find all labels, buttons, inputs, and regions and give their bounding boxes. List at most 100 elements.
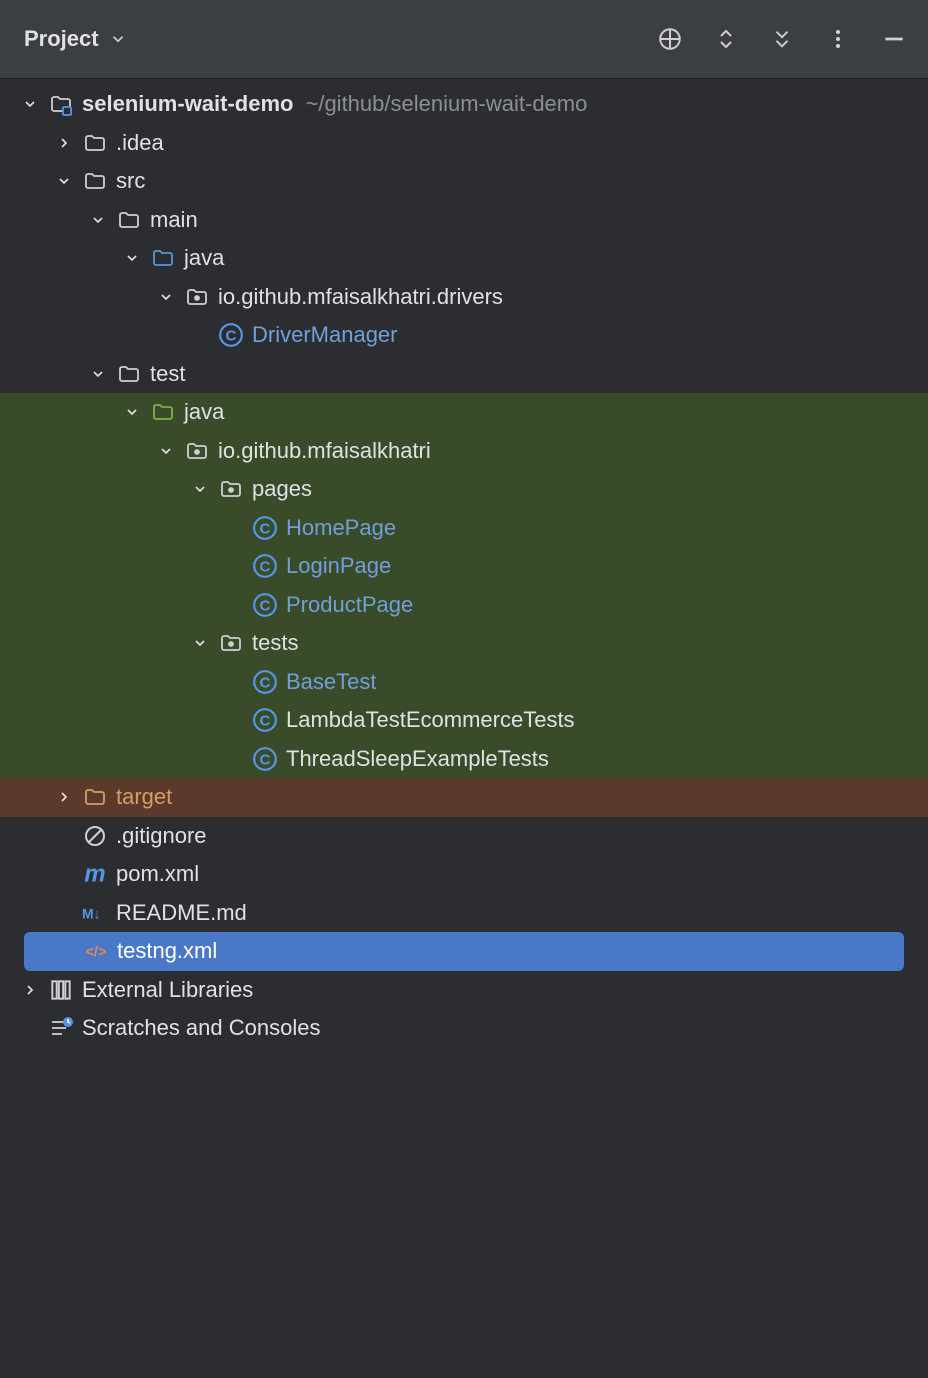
chevron-down-icon[interactable] xyxy=(154,439,178,463)
tree-label: LambdaTestEcommerceTests xyxy=(286,707,575,733)
class-icon: C xyxy=(252,669,278,695)
chevron-right-icon[interactable] xyxy=(52,131,76,155)
tree-label: src xyxy=(116,168,145,194)
tree-item-lambda-tests[interactable]: C LambdaTestEcommerceTests xyxy=(0,701,928,740)
chevron-down-icon[interactable] xyxy=(188,477,212,501)
tree-item-tests[interactable]: tests xyxy=(0,624,928,663)
chevron-right-icon[interactable] xyxy=(18,978,42,1002)
project-tree: selenium-wait-demo ~/github/selenium-wai… xyxy=(0,79,928,1048)
tree-path: ~/github/selenium-wait-demo xyxy=(305,91,587,117)
select-opened-file-icon[interactable] xyxy=(656,25,684,53)
tree-item-test[interactable]: test xyxy=(0,355,928,394)
folder-icon xyxy=(116,361,142,387)
tree-label: External Libraries xyxy=(82,977,253,1003)
library-icon xyxy=(48,977,74,1003)
tree-item-testng[interactable]: </> testng.xml xyxy=(24,932,904,971)
chevron-down-icon[interactable] xyxy=(120,246,144,270)
tree-item-root[interactable]: selenium-wait-demo ~/github/selenium-wai… xyxy=(0,85,928,124)
package-icon xyxy=(218,476,244,502)
svg-text:C: C xyxy=(260,713,271,730)
tree-item-main[interactable]: main xyxy=(0,201,928,240)
chevron-down-icon[interactable] xyxy=(120,400,144,424)
chevron-down-icon[interactable] xyxy=(86,208,110,232)
svg-text:M↓: M↓ xyxy=(82,905,101,921)
folder-icon xyxy=(82,130,108,156)
class-icon: C xyxy=(252,746,278,772)
folder-icon xyxy=(82,168,108,194)
tree-label: io.github.mfaisalkhatri.drivers xyxy=(218,284,503,310)
collapse-all-icon[interactable] xyxy=(768,25,796,53)
tree-item-src[interactable]: src xyxy=(0,162,928,201)
tree-label: pom.xml xyxy=(116,861,199,887)
chevron-down-icon[interactable] xyxy=(154,285,178,309)
class-icon: C xyxy=(252,553,278,579)
tree-label: main xyxy=(150,207,198,233)
chevron-down-icon[interactable] xyxy=(188,631,212,655)
svg-text:C: C xyxy=(260,674,271,691)
tree-item-external-libraries[interactable]: External Libraries xyxy=(0,971,928,1010)
chevron-down-icon[interactable] xyxy=(52,169,76,193)
tree-label: target xyxy=(116,784,172,810)
class-icon: C xyxy=(218,322,244,348)
tree-label: DriverManager xyxy=(252,322,398,348)
tree-item-java-test[interactable]: java xyxy=(0,393,928,432)
tree-label: .gitignore xyxy=(116,823,207,849)
tree-item-driver-manager[interactable]: C DriverManager xyxy=(0,316,928,355)
project-selector[interactable]: Project xyxy=(24,26,127,52)
tree-item-drivers-pkg[interactable]: io.github.mfaisalkhatri.drivers xyxy=(0,278,928,317)
source-folder-icon xyxy=(150,245,176,271)
class-icon: C xyxy=(252,515,278,541)
excluded-folder-icon xyxy=(82,784,108,810)
tree-label: test xyxy=(150,361,185,387)
tree-item-java-main[interactable]: java xyxy=(0,239,928,278)
tree-item-target[interactable]: target xyxy=(0,778,928,817)
tree-label: tests xyxy=(252,630,298,656)
class-icon: C xyxy=(252,707,278,733)
folder-icon xyxy=(116,207,142,233)
scratches-icon xyxy=(48,1015,74,1041)
tree-label: README.md xyxy=(116,900,247,926)
chevron-down-icon[interactable] xyxy=(86,362,110,386)
more-options-icon[interactable] xyxy=(824,25,852,53)
tree-item-pom[interactable]: m pom.xml xyxy=(0,855,928,894)
tree-item-idea[interactable]: .idea xyxy=(0,124,928,163)
test-folder-icon xyxy=(150,399,176,425)
tree-label: selenium-wait-demo xyxy=(82,91,293,117)
project-tool-header: Project xyxy=(0,0,928,79)
tree-label: Scratches and Consoles xyxy=(82,1015,320,1041)
tree-label: java xyxy=(184,245,224,271)
svg-text:C: C xyxy=(260,520,271,537)
chevron-down-icon[interactable] xyxy=(18,92,42,116)
expand-collapse-icon[interactable] xyxy=(712,25,740,53)
svg-text:</>: </> xyxy=(85,945,107,961)
svg-text:C: C xyxy=(260,597,271,614)
markdown-icon: M↓ xyxy=(82,900,108,926)
tree-label: LoginPage xyxy=(286,553,391,579)
tree-item-pages[interactable]: pages xyxy=(0,470,928,509)
tree-label: .idea xyxy=(116,130,164,156)
project-title: Project xyxy=(24,26,99,52)
tree-item-login-page[interactable]: C LoginPage xyxy=(0,547,928,586)
tree-label: testng.xml xyxy=(117,938,217,964)
tree-item-gitignore[interactable]: .gitignore xyxy=(0,817,928,856)
chevron-right-icon[interactable] xyxy=(52,785,76,809)
svg-text:m: m xyxy=(84,861,105,887)
chevron-down-icon xyxy=(109,30,127,48)
ignore-file-icon xyxy=(82,823,108,849)
tree-label: BaseTest xyxy=(286,669,377,695)
xml-file-icon: </> xyxy=(83,938,109,964)
class-icon: C xyxy=(252,592,278,618)
tree-label: HomePage xyxy=(286,515,396,541)
tree-label: java xyxy=(184,399,224,425)
tree-item-home-page[interactable]: C HomePage xyxy=(0,509,928,548)
tree-item-readme[interactable]: M↓ README.md xyxy=(0,894,928,933)
tree-item-product-page[interactable]: C ProductPage xyxy=(0,586,928,625)
tree-item-base-test[interactable]: C BaseTest xyxy=(0,663,928,702)
svg-text:C: C xyxy=(226,328,237,345)
tree-item-scratches[interactable]: Scratches and Consoles xyxy=(0,1009,928,1048)
package-icon xyxy=(184,438,210,464)
maven-icon: m xyxy=(82,861,108,887)
hide-panel-icon[interactable] xyxy=(880,25,908,53)
tree-item-test-pkg[interactable]: io.github.mfaisalkhatri xyxy=(0,432,928,471)
tree-item-thread-tests[interactable]: C ThreadSleepExampleTests xyxy=(0,740,928,779)
